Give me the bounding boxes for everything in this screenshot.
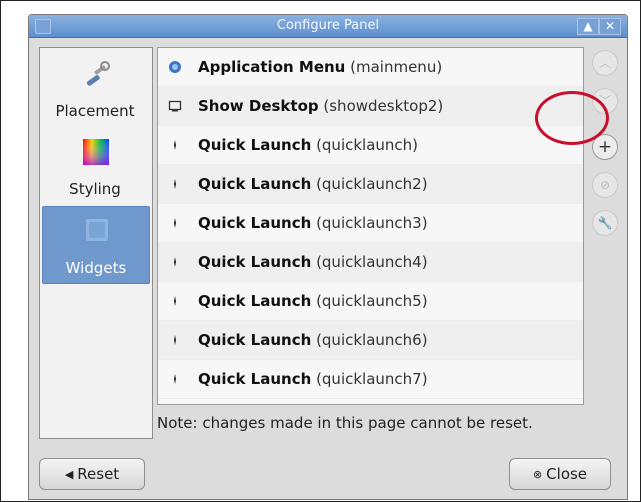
widget-name: Quick Launch <box>198 175 312 193</box>
widget-name: Application Menu <box>198 58 346 76</box>
list-item[interactable]: Quick Launch (quicklaunch6) <box>158 321 583 360</box>
list-item[interactable]: Quick Launch (quicklaunch) <box>158 126 583 165</box>
widget-id: (quicklaunch6) <box>316 331 428 349</box>
list-item[interactable]: Quick Launch (quicklaunch7) <box>158 360 583 399</box>
widgets-icon <box>86 219 108 241</box>
quicklaunch-icon <box>174 374 176 384</box>
close-window-button[interactable]: ✕ <box>599 18 621 35</box>
quicklaunch-icon <box>174 140 176 150</box>
list-item[interactable]: Application Menu (mainmenu) <box>158 48 583 87</box>
sidebar-item-label: Placement <box>55 102 135 120</box>
show-desktop-icon <box>168 100 182 112</box>
list-item[interactable]: Quick Launch (quicklaunch2) <box>158 165 583 204</box>
reset-button[interactable]: ◀ Reset <box>39 458 145 490</box>
widget-id: (mainmenu) <box>350 58 443 76</box>
add-widget-button[interactable]: + <box>592 134 618 160</box>
list-item[interactable]: Quick Launch (quicklaunch5) <box>158 282 583 321</box>
list-item[interactable]: Quick Launch (quicklaunch3) <box>158 204 583 243</box>
category-sidebar: Placement Styling Widgets <box>39 47 153 439</box>
sidebar-item-label: Widgets <box>65 259 127 277</box>
sidebar-item-styling[interactable]: Styling <box>42 128 148 204</box>
widget-name: Quick Launch <box>198 136 312 154</box>
sidebar-item-widgets[interactable]: Widgets <box>42 206 150 284</box>
widget-name: Quick Launch <box>198 331 312 349</box>
title-bar: Configure Panel ▲ ✕ <box>29 15 627 38</box>
dialog-content: Placement Styling Widgets Application Me… <box>29 38 627 499</box>
widget-id: (quicklaunch5) <box>316 292 428 310</box>
app-menu-icon <box>169 61 181 73</box>
quicklaunch-icon <box>174 296 176 306</box>
widget-name: Quick Launch <box>198 253 312 271</box>
list-item[interactable]: Show Desktop (showdesktop2) <box>158 87 583 126</box>
quicklaunch-icon <box>174 257 176 267</box>
reset-label: Reset <box>77 465 120 483</box>
widget-name: Quick Launch <box>198 214 312 232</box>
reset-icon: ◀ <box>64 467 74 481</box>
move-up-button[interactable]: ︿ <box>592 50 618 76</box>
widget-id: (quicklaunch7) <box>316 370 428 388</box>
move-down-button[interactable]: ﹀ <box>592 88 618 114</box>
widget-id: (showdesktop2) <box>323 97 444 115</box>
widget-name: Quick Launch <box>198 370 312 388</box>
close-button[interactable]: ⊗ Close <box>509 458 611 490</box>
quicklaunch-icon <box>174 218 176 228</box>
widget-name: Quick Launch <box>198 292 312 310</box>
close-label: Close <box>546 465 588 483</box>
widget-list: Application Menu (mainmenu) Show Desktop… <box>157 47 584 405</box>
list-item[interactable]: Quick Launch (quicklaunch4) <box>158 243 583 282</box>
shade-button[interactable]: ▲ <box>577 18 599 35</box>
widget-id: (quicklaunch4) <box>316 253 428 271</box>
widget-name: Show Desktop <box>198 97 319 115</box>
close-icon: ⊗ <box>532 467 543 481</box>
wrench-screwdriver-icon <box>86 61 110 86</box>
remove-widget-button[interactable]: ⊘ <box>592 172 618 198</box>
widget-id: (quicklaunch3) <box>316 214 428 232</box>
color-palette-icon <box>83 139 109 165</box>
quicklaunch-icon <box>174 179 176 189</box>
note-text: Note: changes made in this page cannot b… <box>157 414 533 432</box>
configure-widget-button[interactable]: 🔧 <box>592 210 618 236</box>
widget-id: (quicklaunch) <box>316 136 419 154</box>
sidebar-item-label: Styling <box>69 180 121 198</box>
window-title: Configure Panel <box>276 18 380 33</box>
widget-id: (quicklaunch2) <box>316 175 428 193</box>
configure-panel-window: Configure Panel ▲ ✕ Placement Styling Wi… <box>28 14 628 500</box>
quicklaunch-icon <box>174 335 176 345</box>
sidebar-item-placement[interactable]: Placement <box>42 50 148 126</box>
